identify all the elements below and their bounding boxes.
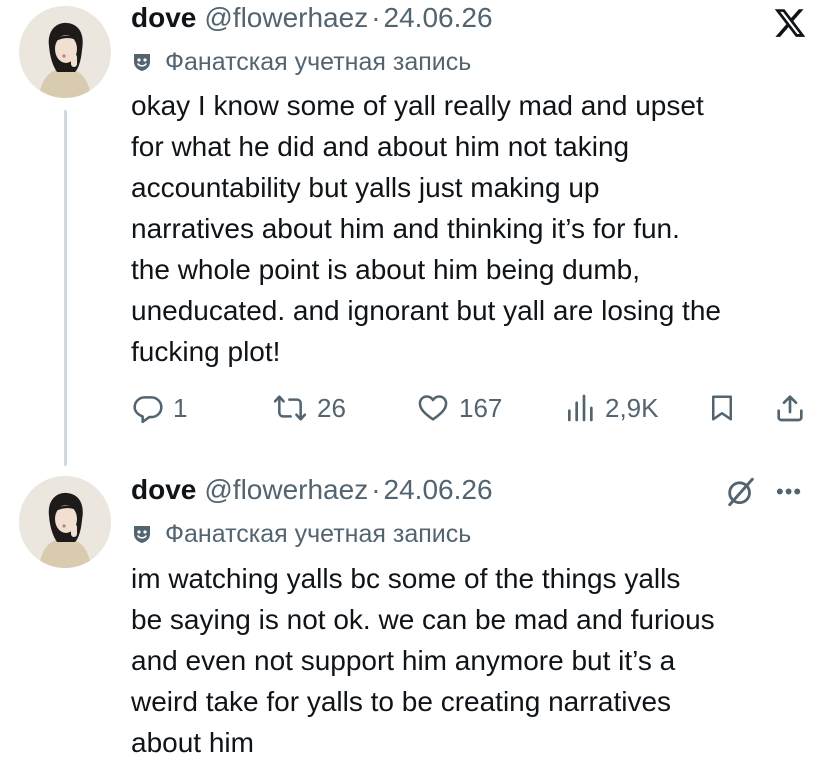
repost-count: 26 — [317, 392, 346, 423]
tweet-header: dove @flowerhaez · 24.06.26 — [131, 472, 493, 508]
like-button[interactable]: 167 — [415, 388, 502, 428]
tweet-text: okay I know some of yall really mad and … — [131, 90, 721, 367]
grok-icon[interactable] — [724, 475, 758, 509]
profile-photo-icon — [19, 476, 111, 568]
tweet-2[interactable]: dove @flowerhaez · 24.06.26 Фанатская уч… — [0, 470, 828, 762]
tweet-actions: 1 26 167 2,9K — [131, 388, 811, 428]
bookmark-icon — [712, 395, 732, 421]
fan-account-icon — [131, 51, 153, 73]
views-count: 2,9K — [605, 392, 659, 423]
share-icon — [777, 395, 803, 422]
reply-icon — [133, 396, 163, 424]
author-handle[interactable]: @flowerhaez — [204, 2, 368, 34]
tweet-text: im watching yalls bc some of the things … — [131, 563, 715, 758]
fan-account-icon — [131, 523, 153, 545]
separator-dot: · — [371, 474, 381, 505]
like-count: 167 — [459, 392, 503, 423]
account-label-text: Фанатская учетная запись — [165, 519, 472, 548]
views-button[interactable]: 2,9K — [563, 388, 659, 428]
thread-line — [64, 110, 67, 466]
tweet-date[interactable]: 24.06.26 — [384, 474, 493, 506]
tweet-2-header-actions: ••• — [724, 474, 802, 510]
account-label: Фанатская учетная запись — [131, 45, 471, 79]
heart-icon — [418, 395, 448, 421]
more-icon[interactable]: ••• — [776, 481, 802, 503]
share-button[interactable] — [774, 388, 806, 428]
reply-count: 1 — [173, 392, 188, 423]
tweet-date[interactable]: 24.06.26 — [384, 2, 493, 34]
tweet-1[interactable]: dove @flowerhaez · 24.06.26 Фанатская уч… — [0, 0, 828, 470]
views-icon — [568, 394, 593, 422]
author-name[interactable]: dove — [131, 2, 196, 34]
tweet-header: dove @flowerhaez · 24.06.26 — [131, 0, 493, 36]
separator-dot: · — [371, 2, 381, 33]
avatar[interactable] — [19, 476, 111, 568]
avatar[interactable] — [19, 6, 111, 98]
reply-button[interactable]: 1 — [131, 388, 187, 428]
author-name[interactable]: dove — [131, 474, 196, 506]
repost-icon — [273, 395, 307, 421]
account-label-text: Фанатская учетная запись — [165, 47, 472, 76]
repost-button[interactable]: 26 — [271, 388, 346, 428]
account-label: Фанатская учетная запись — [131, 517, 471, 551]
profile-photo-icon — [19, 6, 111, 98]
author-handle[interactable]: @flowerhaez — [204, 474, 368, 506]
bookmark-button[interactable] — [707, 388, 737, 428]
